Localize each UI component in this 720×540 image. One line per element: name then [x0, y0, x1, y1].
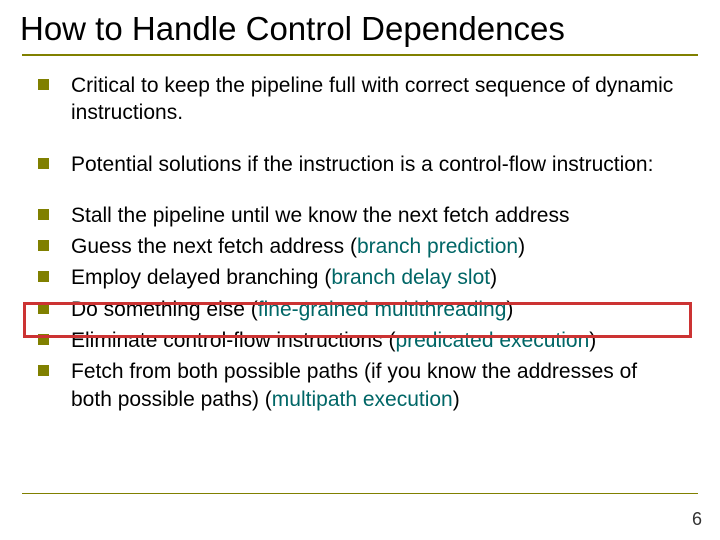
text-pre: Employ delayed branching ( [71, 266, 331, 289]
text-post: ) [589, 329, 596, 352]
bullet-text: Do something else (fine-grained multithr… [71, 296, 682, 323]
keyword: predicated execution [395, 329, 589, 352]
list-item: Do something else (fine-grained multithr… [38, 296, 682, 323]
text-post: ) [490, 266, 497, 289]
content-area: Critical to keep the pipeline full with … [0, 56, 720, 413]
square-bullet-icon [38, 158, 49, 169]
bullet-text: Potential solutions if the instruction i… [71, 151, 682, 178]
keyword: branch delay slot [331, 266, 490, 289]
keyword: multipath execution [272, 388, 453, 411]
bullet-text: Critical to keep the pipeline full with … [71, 72, 682, 127]
text-post: ) [518, 235, 525, 258]
bullet-text: Eliminate control-flow instructions (pre… [71, 327, 682, 354]
bullet-text: Employ delayed branching (branch delay s… [71, 264, 682, 291]
square-bullet-icon [38, 334, 49, 345]
list-item: Stall the pipeline until we know the nex… [38, 202, 682, 229]
bottom-divider [22, 493, 698, 494]
square-bullet-icon [38, 79, 49, 90]
slide: How to Handle Control Dependences Critic… [0, 0, 720, 540]
list-item: Potential solutions if the instruction i… [38, 151, 682, 178]
square-bullet-icon [38, 365, 49, 376]
list-item: Eliminate control-flow instructions (pre… [38, 327, 682, 354]
text-pre: Eliminate control-flow instructions ( [71, 329, 395, 352]
text-pre: Do something else ( [71, 298, 258, 321]
square-bullet-icon [38, 303, 49, 314]
square-bullet-icon [38, 209, 49, 220]
text-post: ) [506, 298, 513, 321]
bullet-text: Stall the pipeline until we know the nex… [71, 202, 682, 229]
list-item: Employ delayed branching (branch delay s… [38, 264, 682, 291]
text-post: ) [453, 388, 460, 411]
keyword: branch prediction [357, 235, 518, 258]
bullet-text: Guess the next fetch address (branch pre… [71, 233, 682, 260]
slide-title: How to Handle Control Dependences [0, 0, 720, 48]
square-bullet-icon [38, 271, 49, 282]
list-item: Critical to keep the pipeline full with … [38, 72, 682, 127]
text-pre: Guess the next fetch address ( [71, 235, 357, 258]
bullet-text: Fetch from both possible paths (if you k… [71, 358, 682, 413]
list-item: Fetch from both possible paths (if you k… [38, 358, 682, 413]
square-bullet-icon [38, 240, 49, 251]
page-number: 6 [692, 509, 702, 530]
keyword: fine-grained multithreading [258, 298, 507, 321]
list-item: Guess the next fetch address (branch pre… [38, 233, 682, 260]
